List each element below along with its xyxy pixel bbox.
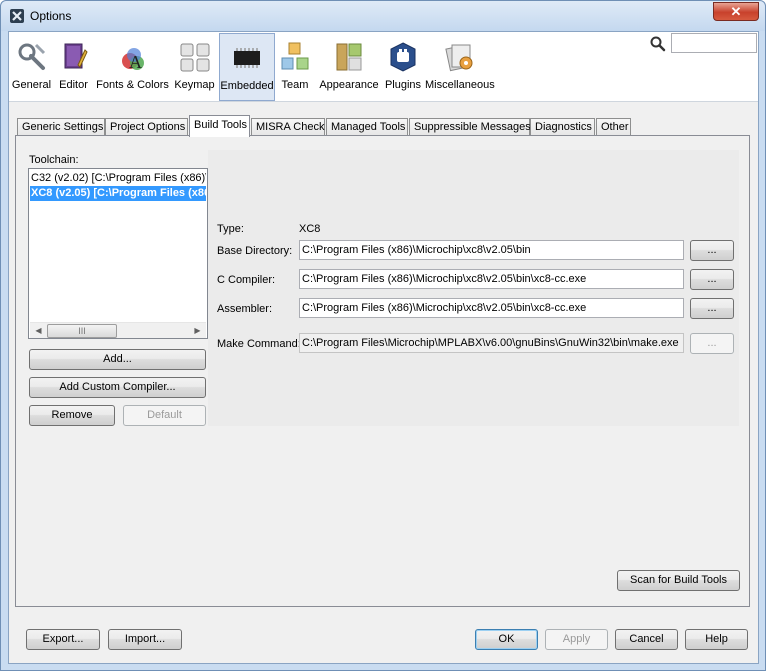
- apply-button[interactable]: Apply: [545, 629, 608, 650]
- help-button[interactable]: Help: [685, 629, 748, 650]
- default-button[interactable]: Default: [123, 405, 206, 426]
- title-bar[interactable]: Options ✕: [1, 1, 765, 31]
- assembler-field[interactable]: C:\Program Files (x86)\Microchip\xc8\v2.…: [299, 298, 684, 318]
- close-button[interactable]: ✕: [713, 2, 759, 21]
- add-button[interactable]: Add...: [29, 349, 206, 370]
- general-wrench-icon: [18, 43, 45, 70]
- toolchain-label: Toolchain:: [29, 154, 79, 166]
- category-label: Keymap: [174, 79, 215, 91]
- base-directory-label: Base Directory:: [217, 245, 293, 257]
- type-label: Type:: [217, 223, 244, 235]
- scroll-thumb[interactable]: III: [47, 324, 117, 338]
- fonts-colors-icon: A: [121, 48, 144, 72]
- category-label: Embedded: [220, 80, 274, 92]
- category-fonts-colors[interactable]: A Fonts & Colors: [94, 33, 171, 101]
- category-label: General: [11, 79, 52, 91]
- options-window: Options ✕ General Editor A Fonts & Color…: [0, 0, 766, 671]
- app-icon: [10, 9, 24, 23]
- category-label: Miscellaneous: [425, 79, 495, 91]
- ok-button[interactable]: OK: [475, 629, 538, 650]
- options-client-area: General Editor A Fonts & Colors Keymap E…: [8, 31, 759, 664]
- assembler-label: Assembler:: [217, 303, 273, 315]
- base-directory-field[interactable]: C:\Program Files (x86)\Microchip\xc8\v2.…: [299, 240, 684, 260]
- keymap-keyboard-icon: [180, 43, 209, 72]
- build-tools-panel: Toolchain: C32 (v2.02) [C:\Program Files…: [15, 135, 750, 607]
- category-label: Appearance: [319, 79, 379, 91]
- team-cubes-icon: [281, 42, 309, 70]
- category-plugins[interactable]: Plugins: [383, 33, 423, 101]
- add-custom-compiler-button[interactable]: Add Custom Compiler...: [29, 377, 206, 398]
- toolchain-list[interactable]: C32 (v2.02) [C:\Program Files (x86)\Micr…: [28, 168, 208, 339]
- category-editor[interactable]: Editor: [53, 33, 94, 101]
- c-compiler-browse-button[interactable]: ...: [690, 269, 734, 290]
- cancel-button[interactable]: Cancel: [615, 629, 678, 650]
- remove-button[interactable]: Remove: [29, 405, 115, 426]
- toolchain-details: Type: XC8 Base Directory: C:\Program Fil…: [208, 150, 739, 426]
- search-icon: [650, 36, 666, 52]
- window-title: Options: [30, 9, 72, 23]
- horizontal-scrollbar[interactable]: ◀ III ▶: [30, 322, 206, 338]
- category-toolbar: General Editor A Fonts & Colors Keymap E…: [9, 32, 758, 102]
- editor-book-icon: [64, 43, 88, 69]
- category-general[interactable]: General: [10, 33, 53, 101]
- category-label: Team: [281, 79, 309, 91]
- c-compiler-field[interactable]: C:\Program Files (x86)\Microchip\xc8\v2.…: [299, 269, 684, 289]
- plugins-icon: [390, 42, 416, 72]
- tab-build-tools[interactable]: Build Tools: [189, 115, 250, 137]
- toolchain-item-c32[interactable]: C32 (v2.02) [C:\Program Files (x86)\Micr…: [30, 171, 206, 186]
- category-label: Plugins: [384, 79, 422, 91]
- make-command-label: Make Command:: [217, 338, 301, 350]
- import-button[interactable]: Import...: [108, 629, 182, 650]
- appearance-icon: [336, 43, 362, 71]
- assembler-browse-button[interactable]: ...: [690, 298, 734, 319]
- embedded-chip-icon: [234, 48, 260, 68]
- category-keymap[interactable]: Keymap: [172, 33, 217, 101]
- make-command-field[interactable]: C:\Program Files\Microchip\MPLABX\v6.00\…: [299, 333, 684, 353]
- category-appearance[interactable]: Appearance: [316, 33, 382, 101]
- base-directory-browse-button[interactable]: ...: [690, 240, 734, 261]
- scroll-right-icon[interactable]: ▶: [189, 323, 206, 338]
- category-label: Fonts & Colors: [96, 79, 169, 91]
- category-embedded[interactable]: Embedded: [219, 33, 275, 101]
- scroll-left-icon[interactable]: ◀: [30, 323, 47, 338]
- export-button[interactable]: Export...: [26, 629, 100, 650]
- c-compiler-label: C Compiler:: [217, 274, 276, 286]
- svg-text:A: A: [129, 52, 142, 72]
- make-command-browse-button[interactable]: ...: [690, 333, 734, 354]
- category-label: Editor: [59, 79, 88, 91]
- toolchain-item-xc8[interactable]: XC8 (v2.05) [C:\Program Files (x86)\Micr…: [30, 186, 206, 201]
- type-value: XC8: [299, 223, 321, 235]
- miscellaneous-icon: [444, 44, 472, 72]
- search-input[interactable]: [671, 33, 757, 53]
- category-team[interactable]: Team: [277, 33, 313, 101]
- scan-for-build-tools-button[interactable]: Scan for Build Tools: [617, 570, 740, 591]
- category-miscellaneous[interactable]: Miscellaneous: [425, 33, 495, 101]
